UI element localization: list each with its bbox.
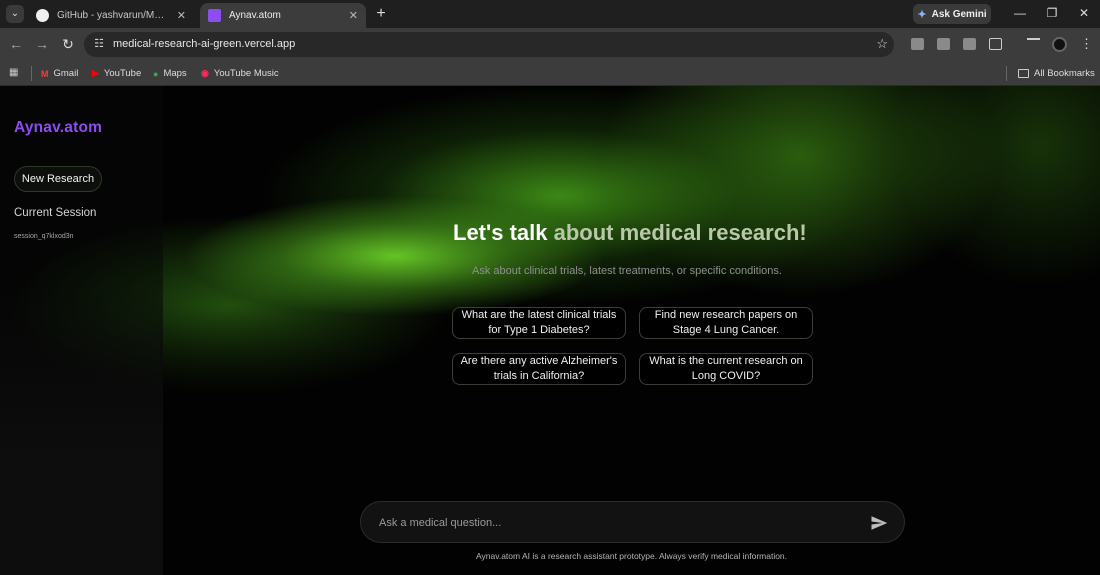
bookmark-youtube-music[interactable]: ◉ YouTube Music [201, 61, 279, 86]
title-part-1: Let's talk [453, 220, 548, 245]
all-bookmarks-label: All Bookmarks [1034, 68, 1095, 79]
bookmark-label: YouTube [103, 68, 142, 79]
close-tab-icon[interactable]: ✕ [349, 9, 358, 22]
url-text: medical-research-ai-green.vercel.app [113, 38, 296, 50]
suggestion-alzheimers-trials[interactable]: Are there any active Alzheimer's trials … [452, 353, 626, 385]
browser-toolbar: ← → ↻ ☷ medical-research-ai-green.vercel… [0, 28, 1100, 61]
brand-logo-text[interactable]: Aynav.atom [14, 119, 102, 137]
github-icon [36, 9, 49, 22]
tab-github[interactable]: GitHub - yashvarun/Medical-re ✕ [28, 3, 194, 28]
disclaimer-text: Aynav.atom AI is a research assistant pr… [476, 551, 788, 561]
new-research-button[interactable]: New Research [14, 166, 102, 192]
suggestion-long-covid[interactable]: What is the current research on Long COV… [639, 353, 813, 385]
bookmark-label: Maps [163, 68, 187, 79]
question-input[interactable] [379, 513, 849, 533]
all-bookmarks-button[interactable]: All Bookmarks [1018, 61, 1095, 86]
bookmark-gmail[interactable]: M Gmail [41, 61, 78, 86]
profile-avatar[interactable] [1052, 37, 1067, 52]
new-tab-icon[interactable]: + [372, 5, 390, 23]
extension-icon[interactable] [911, 38, 924, 50]
folder-icon [1018, 69, 1029, 78]
address-bar[interactable]: ☷ medical-research-ai-green.vercel.app ☆ [84, 32, 894, 57]
back-icon[interactable]: ← [8, 36, 24, 52]
bookmark-label: YouTube Music [213, 68, 279, 79]
chat-input-container [360, 501, 905, 543]
media-control-icon[interactable] [1027, 38, 1040, 46]
restore-icon[interactable]: ❐ [1044, 6, 1060, 20]
page-title: Let's talk about medical research! [453, 220, 807, 246]
bookmark-label: Gmail [53, 68, 79, 79]
close-window-icon[interactable]: ✕ [1076, 6, 1092, 20]
close-tab-icon[interactable]: ✕ [177, 9, 186, 22]
extension-icon[interactable] [963, 38, 976, 50]
send-icon[interactable] [870, 514, 888, 532]
forward-icon[interactable]: → [34, 36, 50, 52]
web-page: Aynav.atom New Research Current Session … [0, 86, 1100, 575]
page-subtitle: Ask about clinical trials, latest treatm… [472, 265, 782, 277]
ask-gemini-button[interactable]: ✦ Ask Gemini [913, 4, 991, 24]
title-part-2: about medical research! [553, 220, 807, 245]
tab-search-icon[interactable]: ⌄ [6, 5, 24, 23]
bookmark-separator [31, 66, 32, 81]
apps-grid-icon[interactable]: ▦ [9, 67, 20, 78]
extension-icon[interactable] [937, 38, 950, 50]
bookmark-youtube[interactable]: ▶ YouTube [92, 61, 141, 86]
bookmark-maps[interactable]: ● Maps [153, 61, 187, 86]
session-id[interactable]: session_q7klxod3n [14, 233, 74, 240]
minimize-icon[interactable]: — [1012, 6, 1028, 20]
youtube-music-icon: ◉ [201, 68, 209, 78]
current-session-heading: Current Session [14, 207, 97, 219]
reload-icon[interactable]: ↻ [60, 36, 76, 52]
bookmark-separator [1006, 66, 1007, 81]
gemini-spark-icon: ✦ [917, 8, 927, 21]
tab-aynav[interactable]: Aynav.atom ✕ [200, 3, 366, 28]
extensions-puzzle-icon[interactable] [989, 38, 1002, 50]
bookmark-star-icon[interactable]: ☆ [876, 36, 888, 52]
suggestion-lung-cancer-papers[interactable]: Find new research papers on Stage 4 Lung… [639, 307, 813, 339]
tab-strip: ⌄ GitHub - yashvarun/Medical-re ✕ Aynav.… [0, 0, 1100, 28]
sidebar-fade [0, 286, 163, 575]
aynav-favicon-icon [208, 9, 221, 22]
gmail-icon: M [41, 68, 49, 79]
browser-menu-icon[interactable]: ⋮ [1080, 36, 1093, 52]
ask-gemini-label: Ask Gemini [931, 8, 987, 20]
tab-title: GitHub - yashvarun/Medical-re [57, 10, 169, 21]
bookmarks-bar: ▦ M Gmail ▶ YouTube ● Maps ◉ YouTube Mus… [0, 61, 1100, 86]
maps-icon: ● [153, 68, 159, 79]
sidebar: Aynav.atom New Research Current Session … [0, 86, 163, 575]
youtube-icon: ▶ [92, 68, 99, 78]
tab-title: Aynav.atom [229, 10, 281, 21]
site-controls-icon[interactable]: ☷ [92, 37, 106, 51]
suggestion-diabetes-trials[interactable]: What are the latest clinical trials for … [452, 307, 626, 339]
